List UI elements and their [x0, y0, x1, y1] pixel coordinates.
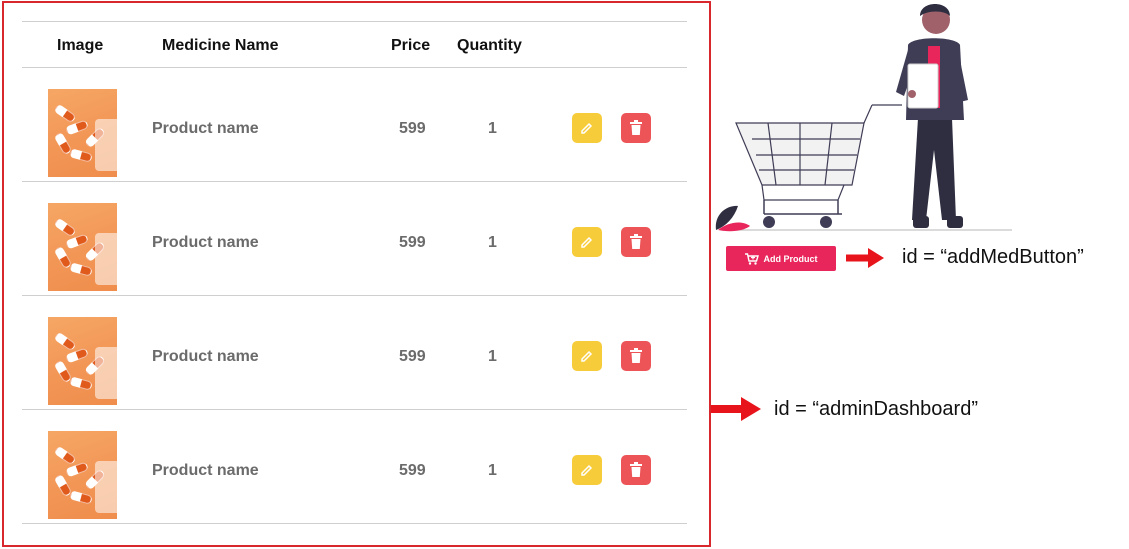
delete-button[interactable]: [621, 113, 651, 143]
add-button-id-annotation: id = “addMedButton”: [902, 246, 1084, 268]
product-name: Product name: [152, 348, 259, 365]
trash-icon: [630, 462, 642, 477]
product-quantity: 1: [488, 462, 497, 479]
arrow-right-icon: [846, 248, 884, 268]
admin-dashboard: Image Medicine Name Price Quantity Produ…: [2, 1, 711, 547]
edit-button[interactable]: [572, 113, 602, 143]
table-header: Image Medicine Name Price Quantity: [22, 21, 687, 68]
product-quantity: 1: [488, 120, 497, 137]
product-price: 599: [399, 462, 426, 479]
cart-plus-icon: [744, 252, 759, 265]
product-name: Product name: [152, 462, 259, 479]
edit-button[interactable]: [572, 341, 602, 371]
trash-icon: [630, 120, 642, 135]
table-row: Product name 599 1: [22, 182, 687, 296]
product-price: 599: [399, 234, 426, 251]
pencil-icon: [581, 236, 593, 248]
pencil-icon: [581, 464, 593, 476]
arrow-right-icon: [711, 397, 761, 421]
medicine-table: Image Medicine Name Price Quantity Produ…: [22, 21, 687, 524]
header-price: Price: [391, 37, 431, 54]
edit-button[interactable]: [572, 227, 602, 257]
header-image: Image: [57, 37, 104, 54]
delete-button[interactable]: [621, 227, 651, 257]
table-row: Product name 599 1: [22, 296, 687, 410]
product-price: 599: [399, 120, 426, 137]
add-product-button[interactable]: Add Product: [726, 246, 836, 271]
delete-button[interactable]: [621, 341, 651, 371]
product-name: Product name: [152, 120, 259, 137]
product-image: [48, 431, 117, 519]
product-image: [48, 203, 117, 291]
product-quantity: 1: [488, 348, 497, 365]
pencil-icon: [581, 122, 593, 134]
table-row: Product name 599 1: [22, 410, 687, 524]
product-price: 599: [399, 348, 426, 365]
delete-button[interactable]: [621, 455, 651, 485]
table-row: Product name 599 1: [22, 68, 687, 182]
edit-button[interactable]: [572, 455, 602, 485]
product-image: [48, 317, 117, 405]
trash-icon: [630, 234, 642, 249]
pencil-icon: [581, 350, 593, 362]
header-quantity: Quantity: [457, 37, 522, 54]
header-medicine-name: Medicine Name: [162, 37, 279, 54]
product-image: [48, 89, 117, 177]
product-quantity: 1: [488, 234, 497, 251]
trash-icon: [630, 348, 642, 363]
shopping-cart-illustration: [715, 4, 1012, 232]
dashboard-id-annotation: id = “adminDashboard”: [774, 398, 978, 420]
add-product-label: Add Product: [763, 253, 818, 264]
product-name: Product name: [152, 234, 259, 251]
